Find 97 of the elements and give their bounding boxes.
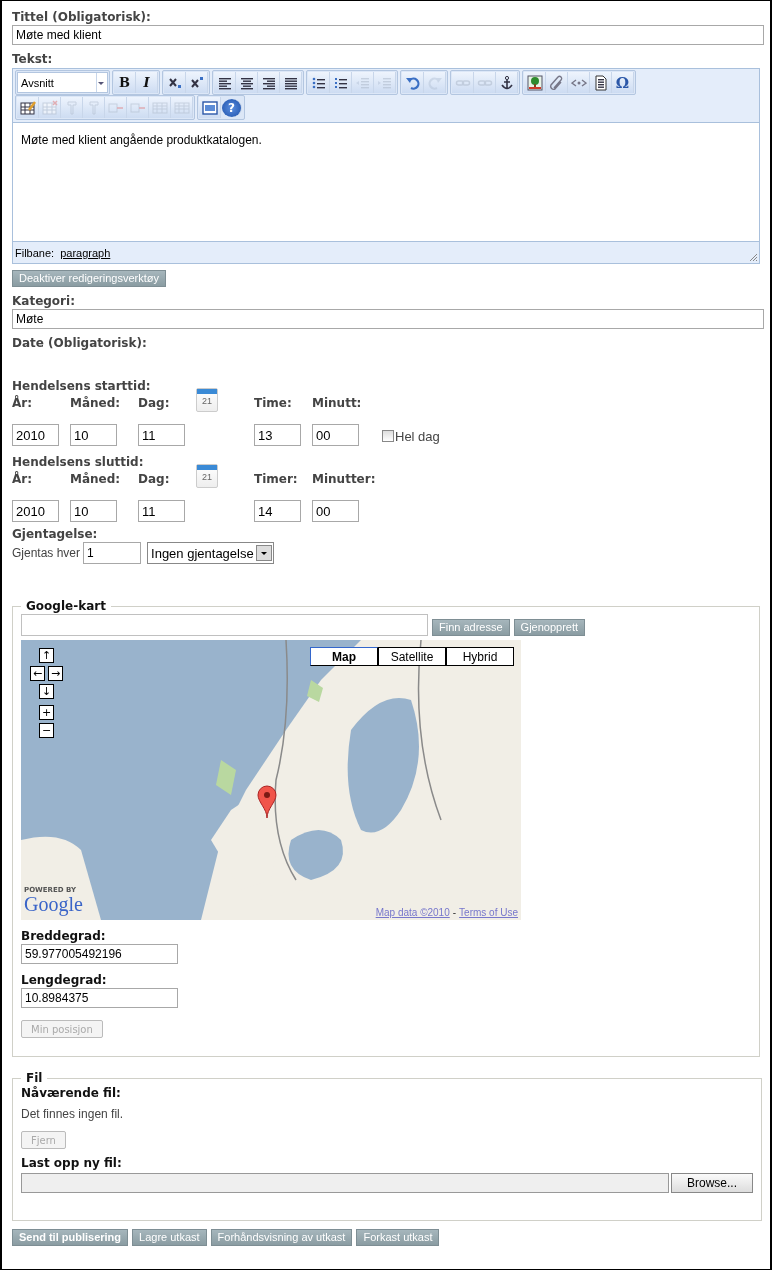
italic-button[interactable]: I [136, 72, 158, 93]
format-dropdown[interactable]: Avsnitt [17, 72, 108, 93]
attachment-button[interactable] [546, 72, 568, 93]
bullets-button[interactable] [308, 72, 330, 93]
map-data-link[interactable]: Map data ©2010 [375, 907, 450, 918]
document-icon [592, 74, 609, 91]
align-right-button[interactable] [258, 72, 280, 93]
status-text: Det finnes ingen fil. [21, 1107, 125, 1121]
field-label: År: [12, 471, 33, 488]
field-label: Time: [254, 395, 293, 412]
field-label: Minutt: [312, 395, 363, 412]
date-field[interactable]: 2010 [12, 424, 59, 446]
map-nav-button[interactable]: + [39, 705, 54, 720]
field-label: Gjentagelse: [12, 526, 99, 542]
subscript-button[interactable] [164, 72, 186, 93]
field-label: Gjentas hver [12, 546, 81, 560]
calendar-icon[interactable]: 21 [196, 388, 218, 412]
google-logo: Google [24, 894, 83, 914]
align-left-button[interactable] [214, 72, 236, 93]
field-label: Tittel (Obligatorisk): [12, 9, 152, 25]
checkbox[interactable] [382, 430, 394, 442]
field-label: Timer: [254, 471, 299, 488]
date-field[interactable]: 00 [312, 500, 359, 522]
field-label: År: [12, 395, 33, 412]
date-field[interactable]: 11 [138, 424, 185, 446]
map-nav-button[interactable]: ↑ [39, 648, 54, 663]
help-button[interactable]: ? [222, 98, 242, 117]
browse-button[interactable]: Browse... [671, 1173, 753, 1193]
field-label: Måned: [70, 471, 122, 488]
map-nav-button[interactable]: → [48, 666, 63, 681]
map-type-button[interactable]: Satellite [378, 647, 446, 666]
image-button[interactable] [524, 72, 546, 93]
date-field[interactable]: 00 [312, 424, 359, 446]
source-icon [201, 99, 218, 116]
date-field[interactable]: 13 [254, 424, 301, 446]
repeat-interval-field[interactable]: 1 [83, 542, 142, 564]
table-button[interactable] [17, 97, 39, 118]
field-label: Breddegrad: [21, 928, 107, 944]
field-label: Nåværende fil: [21, 1085, 122, 1101]
calendar-icon[interactable]: 21 [196, 464, 218, 488]
field-label: Kategori: [12, 293, 76, 309]
field-label: Dag: [138, 395, 171, 412]
date-field[interactable]: 10 [70, 500, 117, 522]
special-button[interactable]: Ω [612, 72, 634, 93]
date-field[interactable]: 14 [254, 500, 301, 522]
field-label: Dag: [138, 471, 171, 488]
section-legend: Google-kart [21, 599, 111, 613]
anchor-icon [498, 74, 515, 91]
path-label: Filbane: [15, 246, 55, 259]
field-label: Lengdegrad: [21, 972, 108, 988]
checkbox-label: Hel dag [395, 428, 440, 444]
source-button[interactable] [199, 97, 221, 118]
undo-button[interactable] [402, 72, 424, 93]
date-field[interactable]: 11 [138, 500, 185, 522]
table-icon [19, 99, 36, 116]
bold-button[interactable]: B [114, 72, 136, 93]
terms-link[interactable]: Terms of Use [459, 907, 518, 918]
file-path-field[interactable] [21, 1173, 669, 1193]
field-label: Minutter: [312, 471, 377, 488]
superscript-button[interactable] [186, 72, 208, 93]
align-center-button[interactable] [236, 72, 258, 93]
map-pin-icon[interactable] [257, 785, 277, 819]
map-nav-button[interactable]: ↓ [39, 684, 54, 699]
address-field[interactable] [21, 614, 428, 636]
map-type-button[interactable]: Map [310, 647, 378, 666]
editor-text: Møte med klient angående produktkatalogen. [13, 122, 759, 242]
table-icon [41, 99, 58, 116]
repeat-dropdown[interactable]: Ingen gjentagelse [147, 542, 274, 564]
section-heading: Hendelsens starttid: [12, 378, 152, 394]
field-label: Tekst: [12, 51, 54, 67]
title-field[interactable]: Møte med klient [12, 25, 764, 45]
numbers-button[interactable] [330, 72, 352, 93]
caret-icon [259, 549, 268, 557]
section-legend: Fil [21, 1071, 48, 1085]
separator: - [452, 907, 457, 918]
grid-icon [151, 99, 168, 116]
section-heading: Hendelsens sluttid: [12, 454, 145, 470]
code-button[interactable] [568, 72, 590, 93]
field-label: Date (Obligatorisk): [12, 335, 148, 351]
attachment-icon [548, 74, 565, 91]
document-button[interactable] [590, 72, 612, 93]
longitude-field[interactable]: 10.8984375 [21, 988, 178, 1008]
map-type-button[interactable]: Hybrid [446, 647, 514, 666]
path-link[interactable]: paragraph [60, 246, 111, 259]
date-field[interactable]: 2010 [12, 500, 59, 522]
field-label: Last opp ny fil: [21, 1155, 123, 1171]
image-icon [526, 74, 543, 91]
latitude-field[interactable]: 59.977005492196 [21, 944, 178, 964]
resize-grip-icon[interactable] [748, 252, 758, 262]
field-label: Måned: [70, 395, 122, 412]
grid-icon [173, 99, 190, 116]
anchor-button[interactable] [496, 72, 518, 93]
map-nav-button[interactable]: ← [30, 666, 45, 681]
justify-button[interactable] [280, 72, 302, 93]
map-nav-button[interactable]: − [39, 723, 54, 738]
date-field[interactable]: 10 [70, 424, 117, 446]
category-field[interactable]: Møte [12, 309, 764, 329]
